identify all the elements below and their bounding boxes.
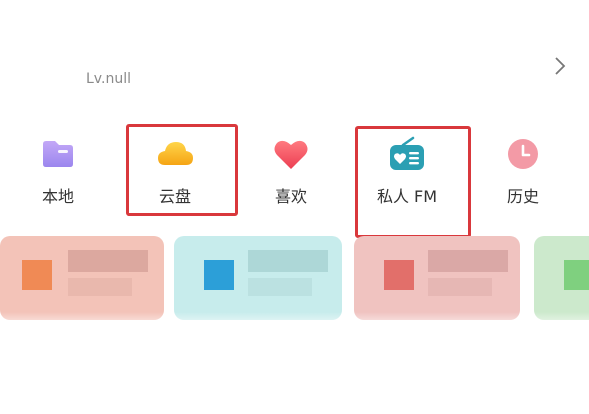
card-blurred-text — [68, 278, 132, 296]
card-blurred-text — [428, 278, 492, 296]
card-thumbnail — [384, 260, 414, 290]
shortcut-label: 历史 — [506, 187, 539, 206]
radio-icon — [387, 134, 427, 174]
cloud-icon — [155, 134, 195, 174]
shortcut-label: 私人 FM — [376, 187, 438, 206]
card-thumbnail — [22, 260, 52, 290]
shortcut-cloud[interactable]: 云盘 — [120, 120, 230, 220]
card-fade-overlay — [0, 312, 589, 332]
heart-icon — [271, 134, 311, 174]
clock-icon — [503, 134, 543, 174]
shortcut-favorites[interactable]: 喜欢 — [236, 120, 346, 220]
card-blurred-text — [248, 250, 328, 272]
playlist-card[interactable] — [354, 236, 520, 320]
shortcut-label: 云盘 — [158, 187, 191, 206]
shortcut-label: 本地 — [41, 187, 74, 206]
shortcut-history[interactable]: 历史 — [468, 120, 578, 220]
playlist-card[interactable] — [0, 236, 164, 320]
card-blurred-text — [248, 278, 312, 296]
playlist-card[interactable] — [534, 236, 589, 320]
shortcut-label: 喜欢 — [274, 187, 307, 206]
card-blurred-text — [68, 250, 148, 272]
playlist-card[interactable] — [174, 236, 342, 320]
shortcut-private-fm[interactable]: 私人 FM — [352, 120, 462, 220]
shortcut-bar: 本地 云盘 喜欢 私人 FM 历史 — [0, 120, 589, 238]
chevron-right-icon[interactable] — [550, 56, 570, 76]
folder-icon — [38, 134, 78, 174]
card-thumbnail — [204, 260, 234, 290]
card-blurred-text — [428, 250, 508, 272]
card-thumbnail — [564, 260, 589, 290]
profile-level-label: Lv.null — [86, 71, 131, 87]
shortcut-local[interactable]: 本地 — [3, 120, 113, 220]
